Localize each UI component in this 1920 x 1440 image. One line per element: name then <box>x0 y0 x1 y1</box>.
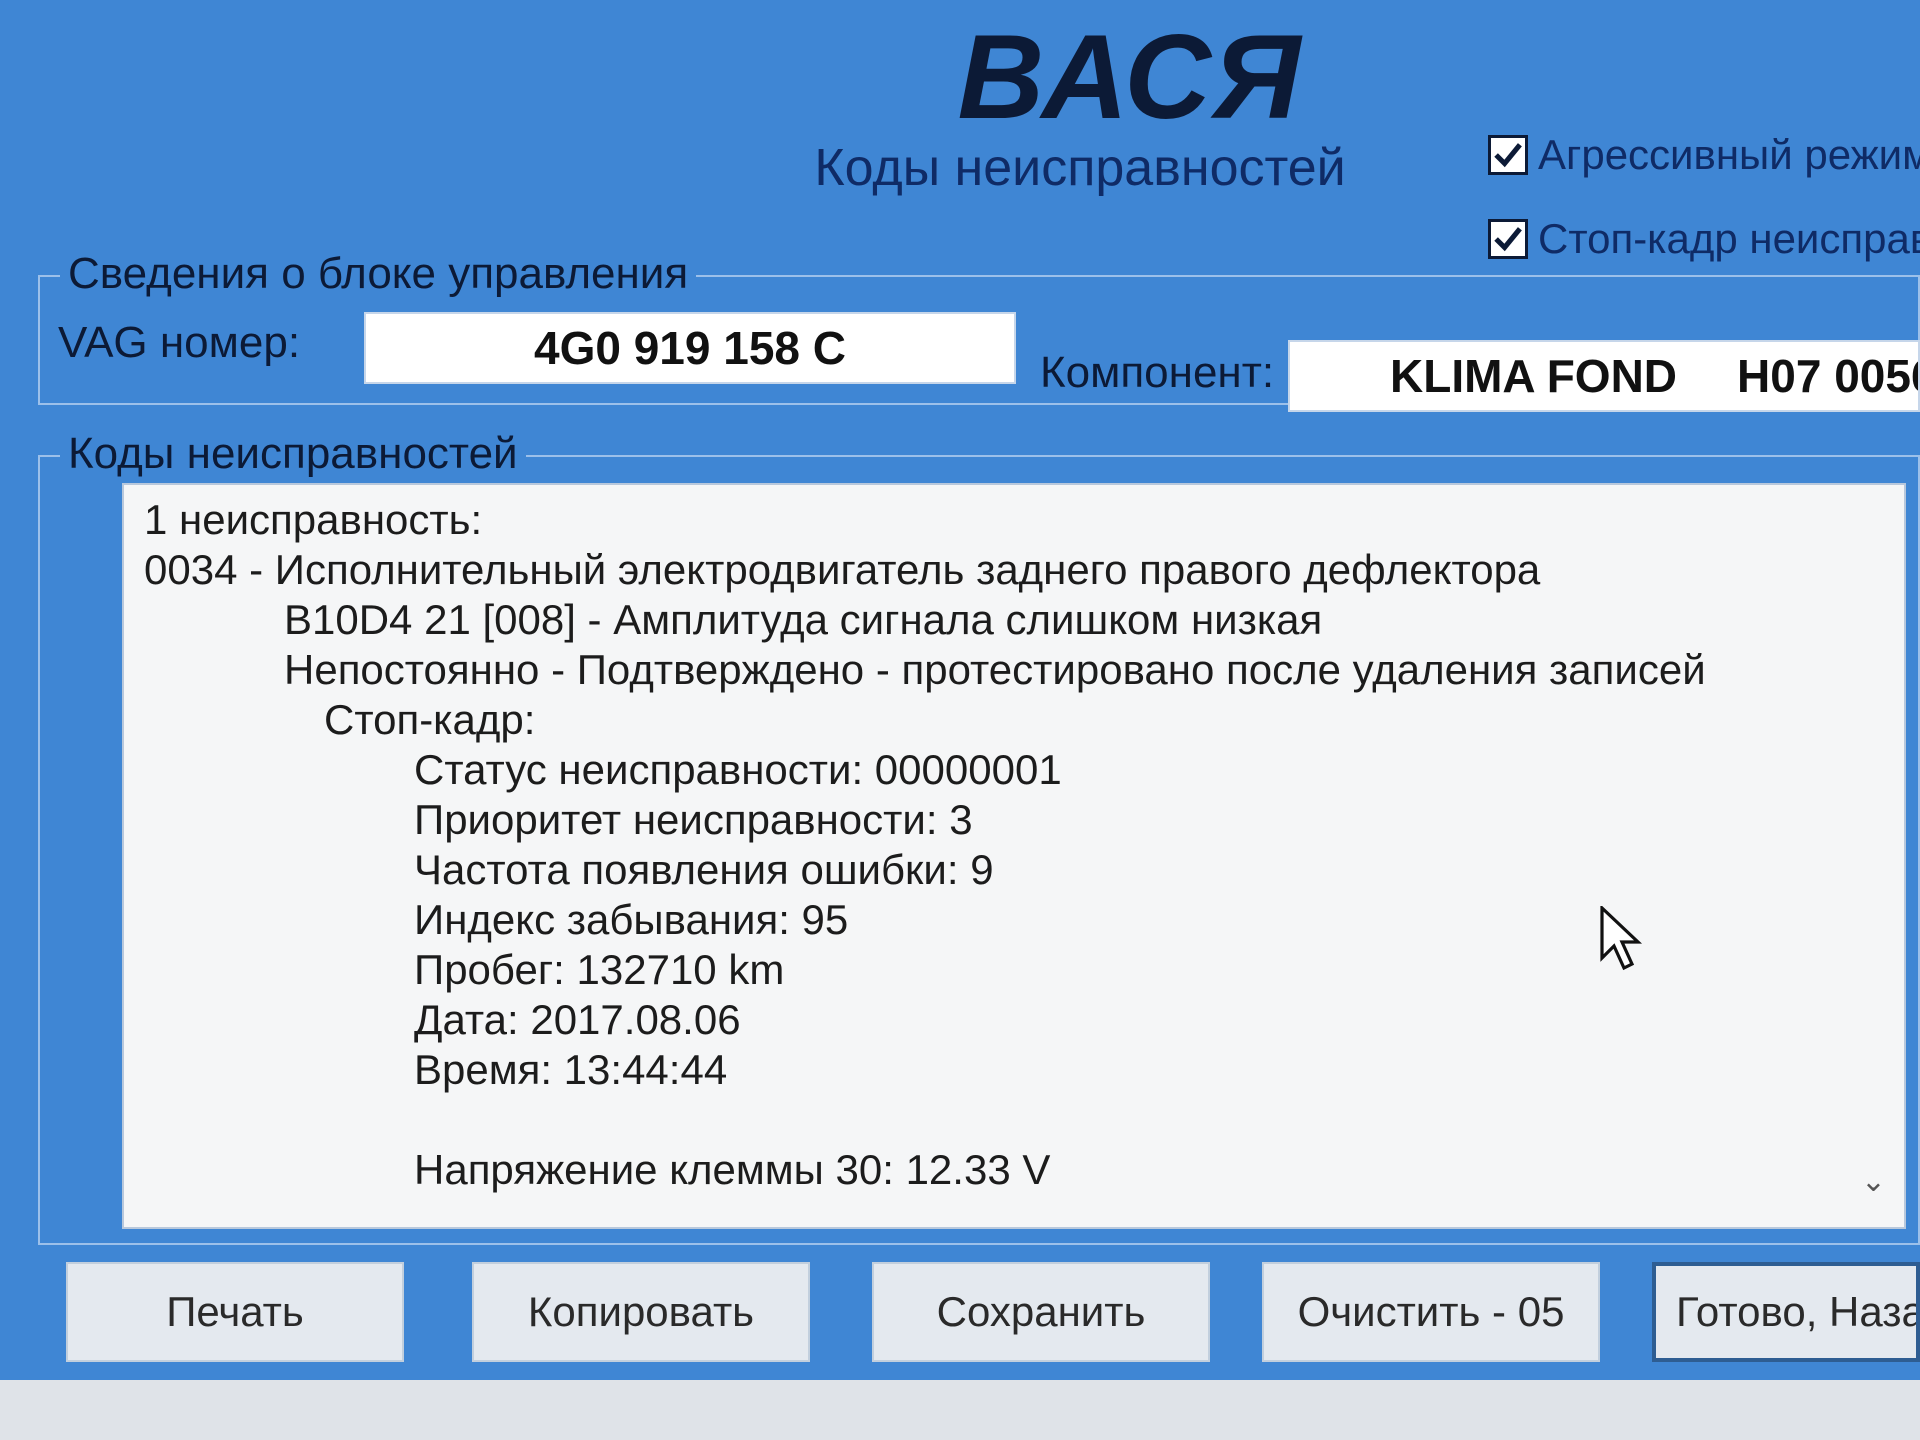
fault-codes-textbox[interactable]: 1 неисправность: 0034 - Исполнительный э… <box>122 483 1906 1229</box>
aggressive-mode-checkbox[interactable] <box>1488 135 1528 175</box>
clear-codes-button[interactable]: Очистить - 05 <box>1262 1262 1600 1362</box>
component-field[interactable]: KLIMA FOND H07 0056 <box>1288 340 1920 412</box>
print-button[interactable]: Печать <box>66 1262 404 1362</box>
fault-priority-value: Приоритет неисправности: 3 <box>414 796 973 843</box>
done-back-button[interactable]: Готово, Назад <box>1652 1262 1920 1362</box>
fault-codes-group-title: Коды неисправностей <box>60 429 526 479</box>
copy-button[interactable]: Копировать <box>472 1262 810 1362</box>
freeze-frame-heading: Стоп-кадр: <box>324 696 536 743</box>
fault-frequency-value: Частота появления ошибки: 9 <box>414 846 994 893</box>
fault-code-line: 0034 - Исполнительный электродвигатель з… <box>144 546 1541 593</box>
voltage-value: Напряжение клеммы 30: 12.33 V <box>414 1146 1051 1193</box>
freeze-frame-option[interactable]: Стоп-кадр неисправ <box>1488 212 1920 266</box>
vag-number-field[interactable]: 4G0 919 158 C <box>364 312 1016 384</box>
mouse-cursor-icon <box>1600 906 1643 971</box>
fault-subcode-line: B10D4 21 [008] - Амплитуда сигнала слишк… <box>284 596 1323 643</box>
time-value: Время: 13:44:44 <box>414 1046 728 1093</box>
fault-status-value: Статус неисправности: 00000001 <box>414 746 1062 793</box>
component-code: H07 0056 <box>1737 350 1920 402</box>
app-title: ВАСЯ <box>957 10 1303 144</box>
date-value: Дата: 2017.08.06 <box>414 996 741 1043</box>
fault-count: 1 неисправность: <box>144 496 483 543</box>
component-label: Компонент: <box>1040 348 1275 397</box>
check-icon <box>1494 143 1522 168</box>
freeze-frame-checkbox[interactable] <box>1488 219 1528 259</box>
component-name: KLIMA FOND <box>1390 350 1678 402</box>
control-unit-group-title: Сведения о блоке управления <box>60 249 697 299</box>
vag-number-label: VAG номер: <box>58 318 301 367</box>
aggressive-mode-option[interactable]: Агрессивный режим <box>1488 128 1920 182</box>
freeze-frame-label: Стоп-кадр неисправ <box>1538 215 1920 262</box>
save-button[interactable]: Сохранить <box>872 1262 1210 1362</box>
fault-status-line: Непостоянно - Подтверждено - протестиров… <box>284 646 1706 693</box>
chevron-down-icon[interactable]: ⌄ <box>1861 1157 1886 1207</box>
aggressive-mode-label: Агрессивный режим <box>1538 131 1920 178</box>
page-subtitle: Коды неисправностей <box>814 139 1346 197</box>
check-icon <box>1494 227 1522 252</box>
window-bottom-strip <box>0 1380 1920 1440</box>
